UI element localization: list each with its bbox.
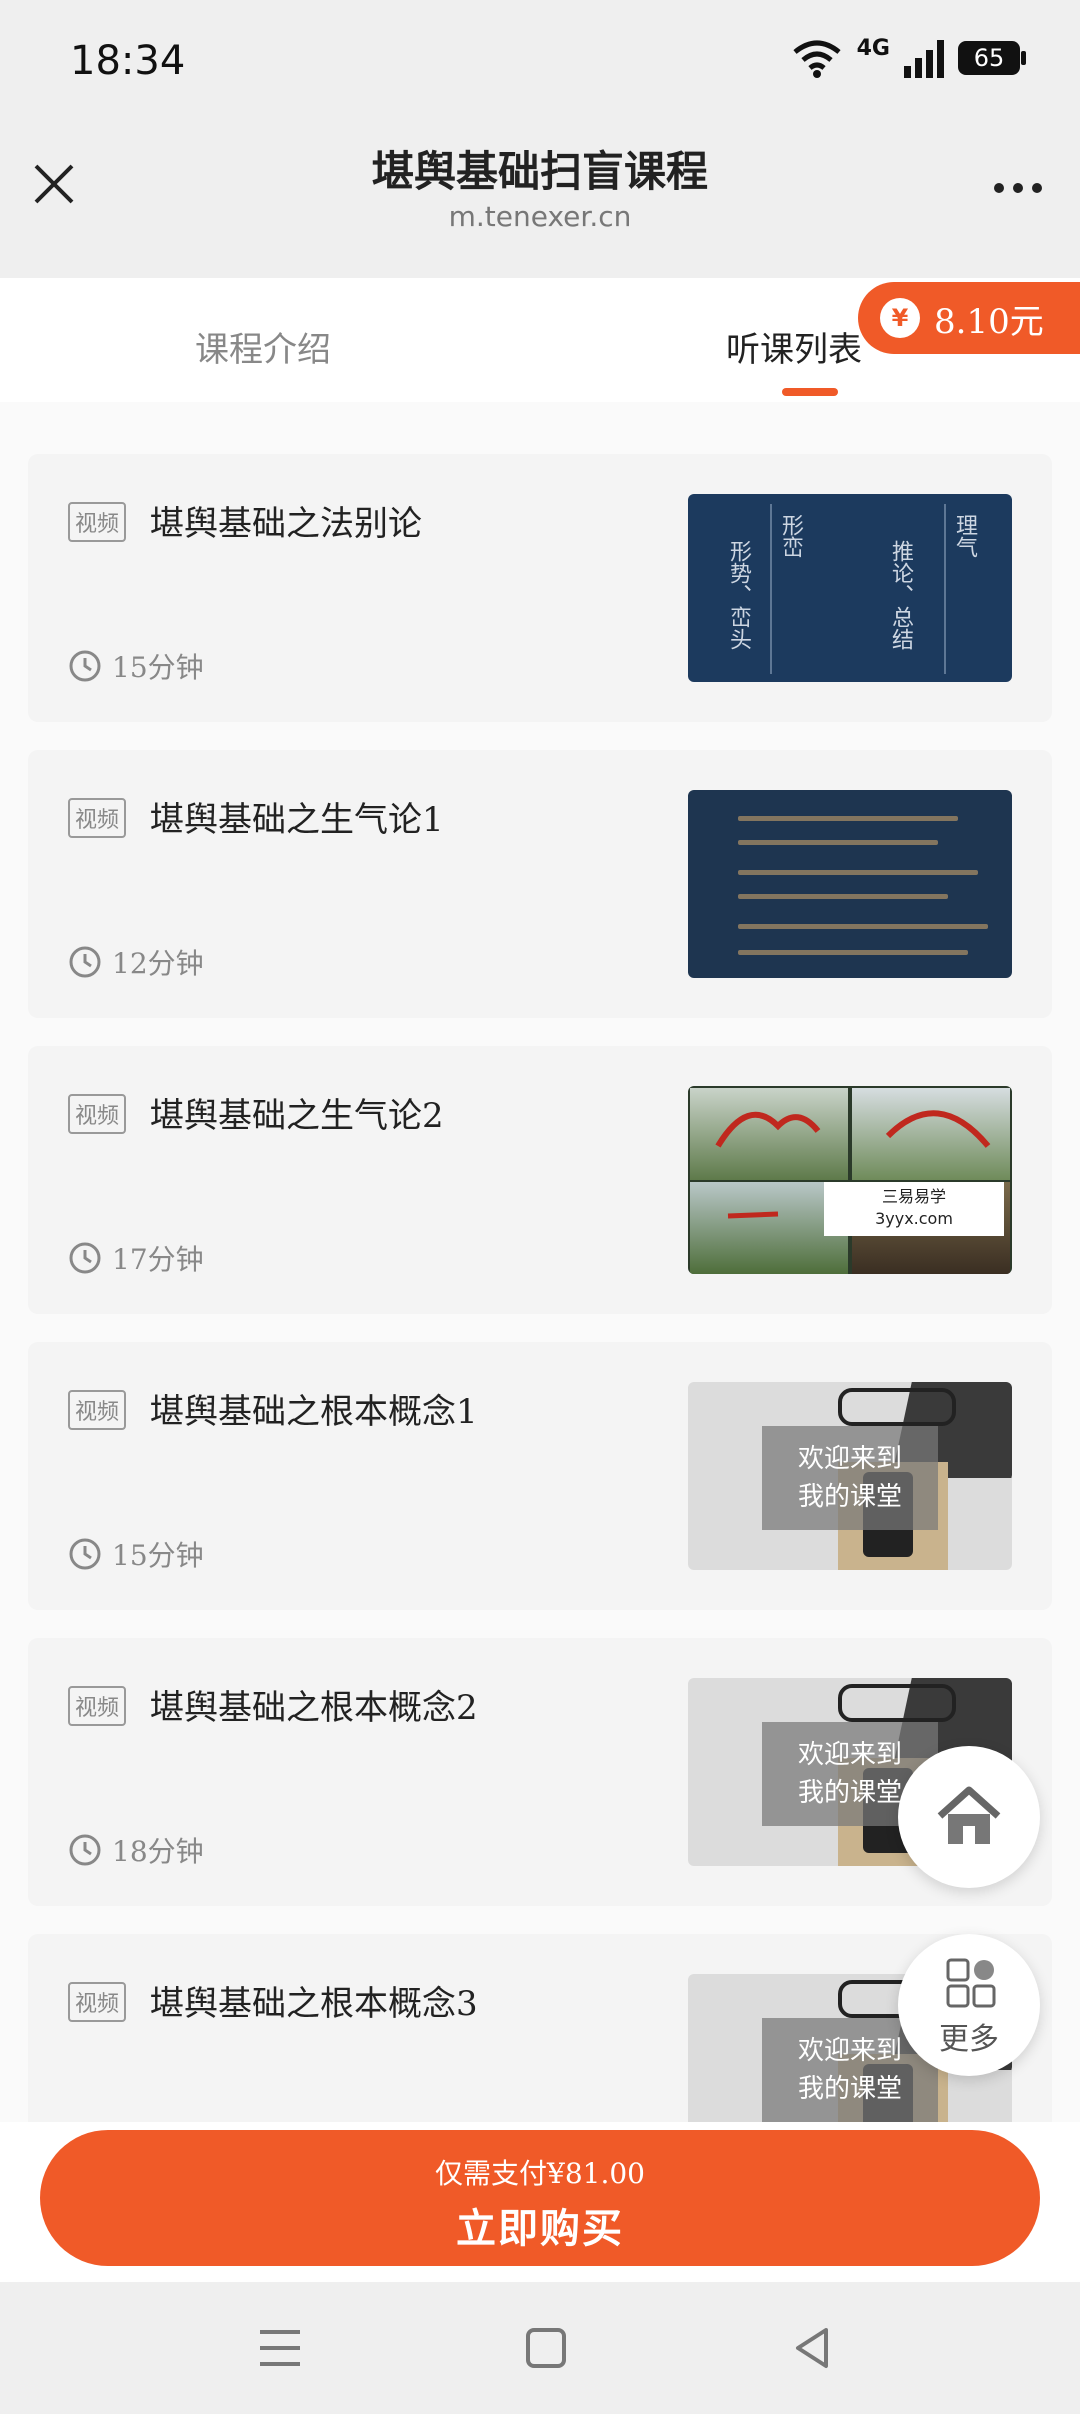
- more-label: 更多: [939, 2022, 999, 2057]
- reward-badge[interactable]: ¥ 8.10元: [858, 282, 1080, 354]
- video-tag: 视频: [68, 1982, 127, 2022]
- video-tag: 视频: [68, 798, 127, 838]
- duration-text: 18分钟: [112, 1835, 204, 1868]
- lesson-title: 堪舆基础之根本概念1: [150, 1392, 478, 1432]
- tab-lesson-list[interactable]: 听课列表: [726, 322, 862, 371]
- buy-now-button[interactable]: 仅需支付¥81.00 立即购买: [40, 2130, 1040, 2266]
- annotation-marks: [715, 1110, 991, 1219]
- video-tag: 视频: [68, 1094, 127, 1134]
- duration-text: 15分钟: [112, 1539, 204, 1572]
- video-tag: 视频: [68, 502, 127, 542]
- thumb-text: 形峦: [778, 514, 803, 558]
- tab-course-intro[interactable]: 课程介绍: [195, 322, 331, 371]
- duration-text: 15分钟: [112, 651, 204, 684]
- lesson-title: 堪舆基础之生气论2: [150, 1096, 444, 1136]
- lesson-title: 堪舆基础之根本概念2: [150, 1688, 478, 1728]
- battery-icon: 65: [958, 41, 1026, 75]
- page-header: 堪舆基础扫盲课程 m.tenexer.cn: [0, 128, 1080, 278]
- back-icon[interactable]: [784, 2320, 840, 2376]
- reward-amount: 8.10元: [934, 301, 1044, 342]
- clock-icon: [69, 1242, 101, 1274]
- lesson-duration: 15分钟: [68, 1534, 204, 1574]
- thumbnail-caption: 欢迎来到 我的课堂: [762, 1426, 938, 1530]
- signal-icon: [904, 38, 944, 78]
- active-tab-indicator: [782, 388, 838, 396]
- status-time: 18:34: [70, 38, 186, 84]
- video-tag: 视频: [68, 1686, 127, 1726]
- status-icons: 4G 65: [791, 35, 1026, 78]
- purchase-bar: 仅需支付¥81.00 立即购买: [0, 2122, 1080, 2282]
- thumb-text: 理气: [952, 514, 977, 558]
- video-tag: 视频: [68, 1390, 127, 1430]
- menu-icon[interactable]: [252, 2320, 308, 2376]
- duration-text: 12分钟: [112, 947, 204, 980]
- lesson-card[interactable]: 视频 堪舆基础之法别论 15分钟 形势、峦头 形峦 推论、总结 理气: [28, 454, 1052, 722]
- lesson-thumbnail: 形势、峦头 形峦 推论、总结 理气: [688, 494, 1012, 682]
- lesson-card[interactable]: 视频 堪舆基础之生气论2 17分钟: [28, 1046, 1052, 1314]
- thumb-text: 形势、峦头: [726, 540, 751, 650]
- network-type: 4G: [856, 35, 890, 61]
- lesson-thumbnail: [688, 790, 1012, 978]
- lesson-duration: 18分钟: [68, 1830, 204, 1870]
- lesson-duration: 17分钟: [68, 1238, 204, 1278]
- thumb-text: 推论、总结: [888, 540, 913, 650]
- status-bar: 18:34 4G 65: [0, 0, 1080, 128]
- clock-icon: [69, 650, 101, 682]
- page-domain: m.tenexer.cn: [448, 200, 632, 233]
- clock-icon: [69, 1538, 101, 1570]
- lesson-thumbnail: [688, 1086, 1012, 1274]
- lesson-title: 堪舆基础之法别论: [150, 504, 422, 544]
- buy-now-label: 立即购买: [456, 2205, 624, 2252]
- duration-text: 17分钟: [112, 1243, 204, 1276]
- dot-icon: [1032, 183, 1042, 193]
- home-nav-icon[interactable]: [518, 2320, 574, 2376]
- clock-icon: [69, 1834, 101, 1866]
- watermark: 三易易学 3yyx.com: [824, 1182, 1004, 1236]
- grid-icon: [946, 1958, 996, 2008]
- lesson-card[interactable]: 视频 堪舆基础之根本概念2 18分钟 欢迎来到 我的课堂: [28, 1638, 1052, 1906]
- more-menu-button[interactable]: 更多: [898, 1934, 1040, 2076]
- lesson-title: 堪舆基础之根本概念3: [150, 1984, 478, 2024]
- system-navigation-bar: [0, 2282, 1080, 2414]
- home-icon: [937, 1786, 1001, 1844]
- home-button[interactable]: [898, 1746, 1040, 1888]
- page-title: 堪舆基础扫盲课程: [371, 147, 708, 196]
- lesson-duration: 12分钟: [68, 942, 204, 982]
- dot-icon: [1013, 183, 1023, 193]
- price-text: 仅需支付¥81.00: [435, 2157, 645, 2190]
- wifi-icon: [793, 40, 841, 78]
- lesson-title: 堪舆基础之生气论1: [150, 800, 444, 840]
- lesson-card[interactable]: 视频 堪舆基础之生气论1 12分钟: [28, 750, 1052, 1018]
- lesson-duration: 15分钟: [68, 646, 204, 686]
- lesson-card[interactable]: 视频 堪舆基础之根本概念1 15分钟 欢迎来到 我的课堂: [28, 1342, 1052, 1610]
- more-options-button[interactable]: [986, 168, 1050, 208]
- lesson-thumbnail: 欢迎来到 我的课堂: [688, 1382, 1012, 1570]
- dot-icon: [994, 183, 1004, 193]
- clock-icon: [69, 946, 101, 978]
- coin-icon: ¥: [880, 298, 920, 338]
